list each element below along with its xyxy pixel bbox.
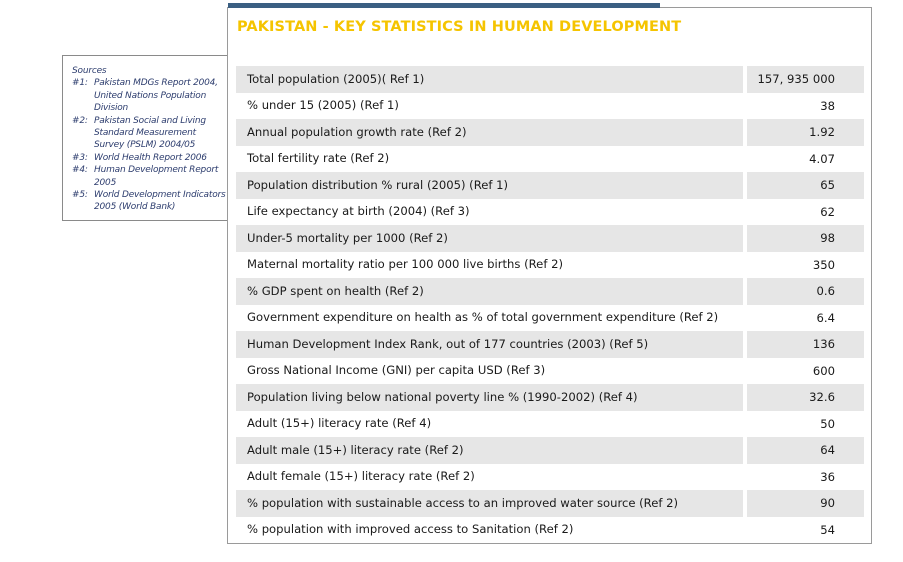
row-value: 4.07	[809, 151, 835, 166]
row-value: 65	[747, 172, 864, 199]
row-value: 36	[820, 469, 835, 484]
row-value: 38	[820, 98, 835, 113]
row-value: 62	[820, 204, 835, 219]
row-value: 600	[812, 363, 835, 378]
statistics-table: Total population (2005)( Ref 1) 157, 935 …	[236, 66, 864, 543]
table-row: Population distribution % rural (2005) (…	[236, 172, 864, 199]
row-label: Adult female (15+) literacy rate (Ref 2)	[247, 469, 475, 484]
table-row: Under-5 mortality per 1000 (Ref 2) 98	[236, 225, 864, 252]
table-row: Government expenditure on health as % of…	[236, 305, 864, 332]
table-row: Total fertility rate (Ref 2) 4.07	[236, 146, 864, 173]
source-item: #5: World Development Indicators 2005 (W…	[72, 189, 228, 214]
row-label: % population with improved access to San…	[247, 522, 574, 537]
table-row: Maternal mortality ratio per 100 000 liv…	[236, 252, 864, 279]
row-label: Population living below national poverty…	[236, 384, 743, 411]
table-row: % GDP spent on health (Ref 2) 0.6	[236, 278, 864, 305]
row-label: Gross National Income (GNI) per capita U…	[247, 363, 546, 378]
row-value: 350	[812, 257, 835, 272]
row-value: 90	[747, 490, 864, 517]
table-row: Population living below national poverty…	[236, 384, 864, 411]
row-label: Adult (15+) literacy rate (Ref 4)	[247, 416, 432, 431]
row-label: % population with sustainable access to …	[236, 490, 743, 517]
row-value: 136	[747, 331, 864, 358]
source-text: Human Development Report 2005	[94, 165, 219, 188]
sources-title: Sources	[72, 66, 107, 76]
source-text: World Health Report 2006	[94, 152, 207, 163]
row-label: Government expenditure on health as % of…	[247, 310, 719, 325]
row-label: Maternal mortality ratio per 100 000 liv…	[247, 257, 563, 272]
row-value: 0.6	[747, 278, 864, 305]
source-item: #4: Human Development Report 2005	[72, 164, 228, 189]
header-accent-bar	[228, 3, 660, 8]
row-label: Population distribution % rural (2005) (…	[236, 172, 743, 199]
row-value: 157, 935 000	[747, 66, 864, 93]
row-label: Adult male (15+) literacy rate (Ref 2)	[236, 437, 743, 464]
row-value: 6.4	[816, 310, 835, 325]
source-number: #5:	[72, 190, 88, 201]
row-label: Under-5 mortality per 1000 (Ref 2)	[236, 225, 743, 252]
row-label: Annual population growth rate (Ref 2)	[236, 119, 743, 146]
row-value: 1.92	[747, 119, 864, 146]
table-row: Life expectancy at birth (2004) (Ref 3) 6…	[236, 199, 864, 226]
row-label: Total fertility rate (Ref 2)	[247, 151, 390, 166]
source-number: #4:	[72, 165, 88, 176]
table-row: Annual population growth rate (Ref 2) 1.9…	[236, 119, 864, 146]
source-number: #1:	[72, 78, 88, 89]
row-value: 54	[820, 522, 835, 537]
table-row: Gross National Income (GNI) per capita U…	[236, 358, 864, 385]
table-row: % population with sustainable access to …	[236, 490, 864, 517]
table-row: Adult (15+) literacy rate (Ref 4) 50	[236, 411, 864, 438]
page-title: PAKISTAN - KEY STATISTICS IN HUMAN DEVEL…	[237, 19, 682, 35]
table-row: Adult female (15+) literacy rate (Ref 2)…	[236, 464, 864, 491]
row-label: Life expectancy at birth (2004) (Ref 3)	[247, 204, 470, 219]
sources-box: Sources #1: Pakistan MDGs Report 2004, U…	[62, 55, 228, 221]
row-label: % under 15 (2005) (Ref 1)	[247, 98, 399, 113]
source-item: #1: Pakistan MDGs Report 2004, United Na…	[72, 77, 228, 114]
source-text: World Development Indicators 2005 (World…	[94, 190, 226, 213]
statistics-panel: PAKISTAN - KEY STATISTICS IN HUMAN DEVEL…	[227, 7, 872, 544]
source-item: #2: Pakistan Social and Living Standard …	[72, 115, 228, 152]
table-row: % under 15 (2005) (Ref 1) 38	[236, 93, 864, 120]
source-number: #2:	[72, 115, 88, 126]
source-text: Pakistan MDGs Report 2004, United Nation…	[94, 78, 218, 114]
row-value: 32.6	[747, 384, 864, 411]
row-value: 50	[820, 416, 835, 431]
row-value: 64	[747, 437, 864, 464]
table-row: Adult male (15+) literacy rate (Ref 2) 64	[236, 437, 864, 464]
table-row: % population with improved access to San…	[236, 517, 864, 544]
source-text: Pakistan Social and Living Standard Meas…	[94, 115, 206, 151]
table-row: Human Development Index Rank, out of 177…	[236, 331, 864, 358]
source-item: #3: World Health Report 2006	[72, 152, 228, 164]
table-row: Total population (2005)( Ref 1) 157, 935 …	[236, 66, 864, 93]
row-label: % GDP spent on health (Ref 2)	[236, 278, 743, 305]
source-number: #3:	[72, 152, 88, 163]
row-value: 98	[747, 225, 864, 252]
row-label: Total population (2005)( Ref 1)	[236, 66, 743, 93]
row-label: Human Development Index Rank, out of 177…	[236, 331, 743, 358]
